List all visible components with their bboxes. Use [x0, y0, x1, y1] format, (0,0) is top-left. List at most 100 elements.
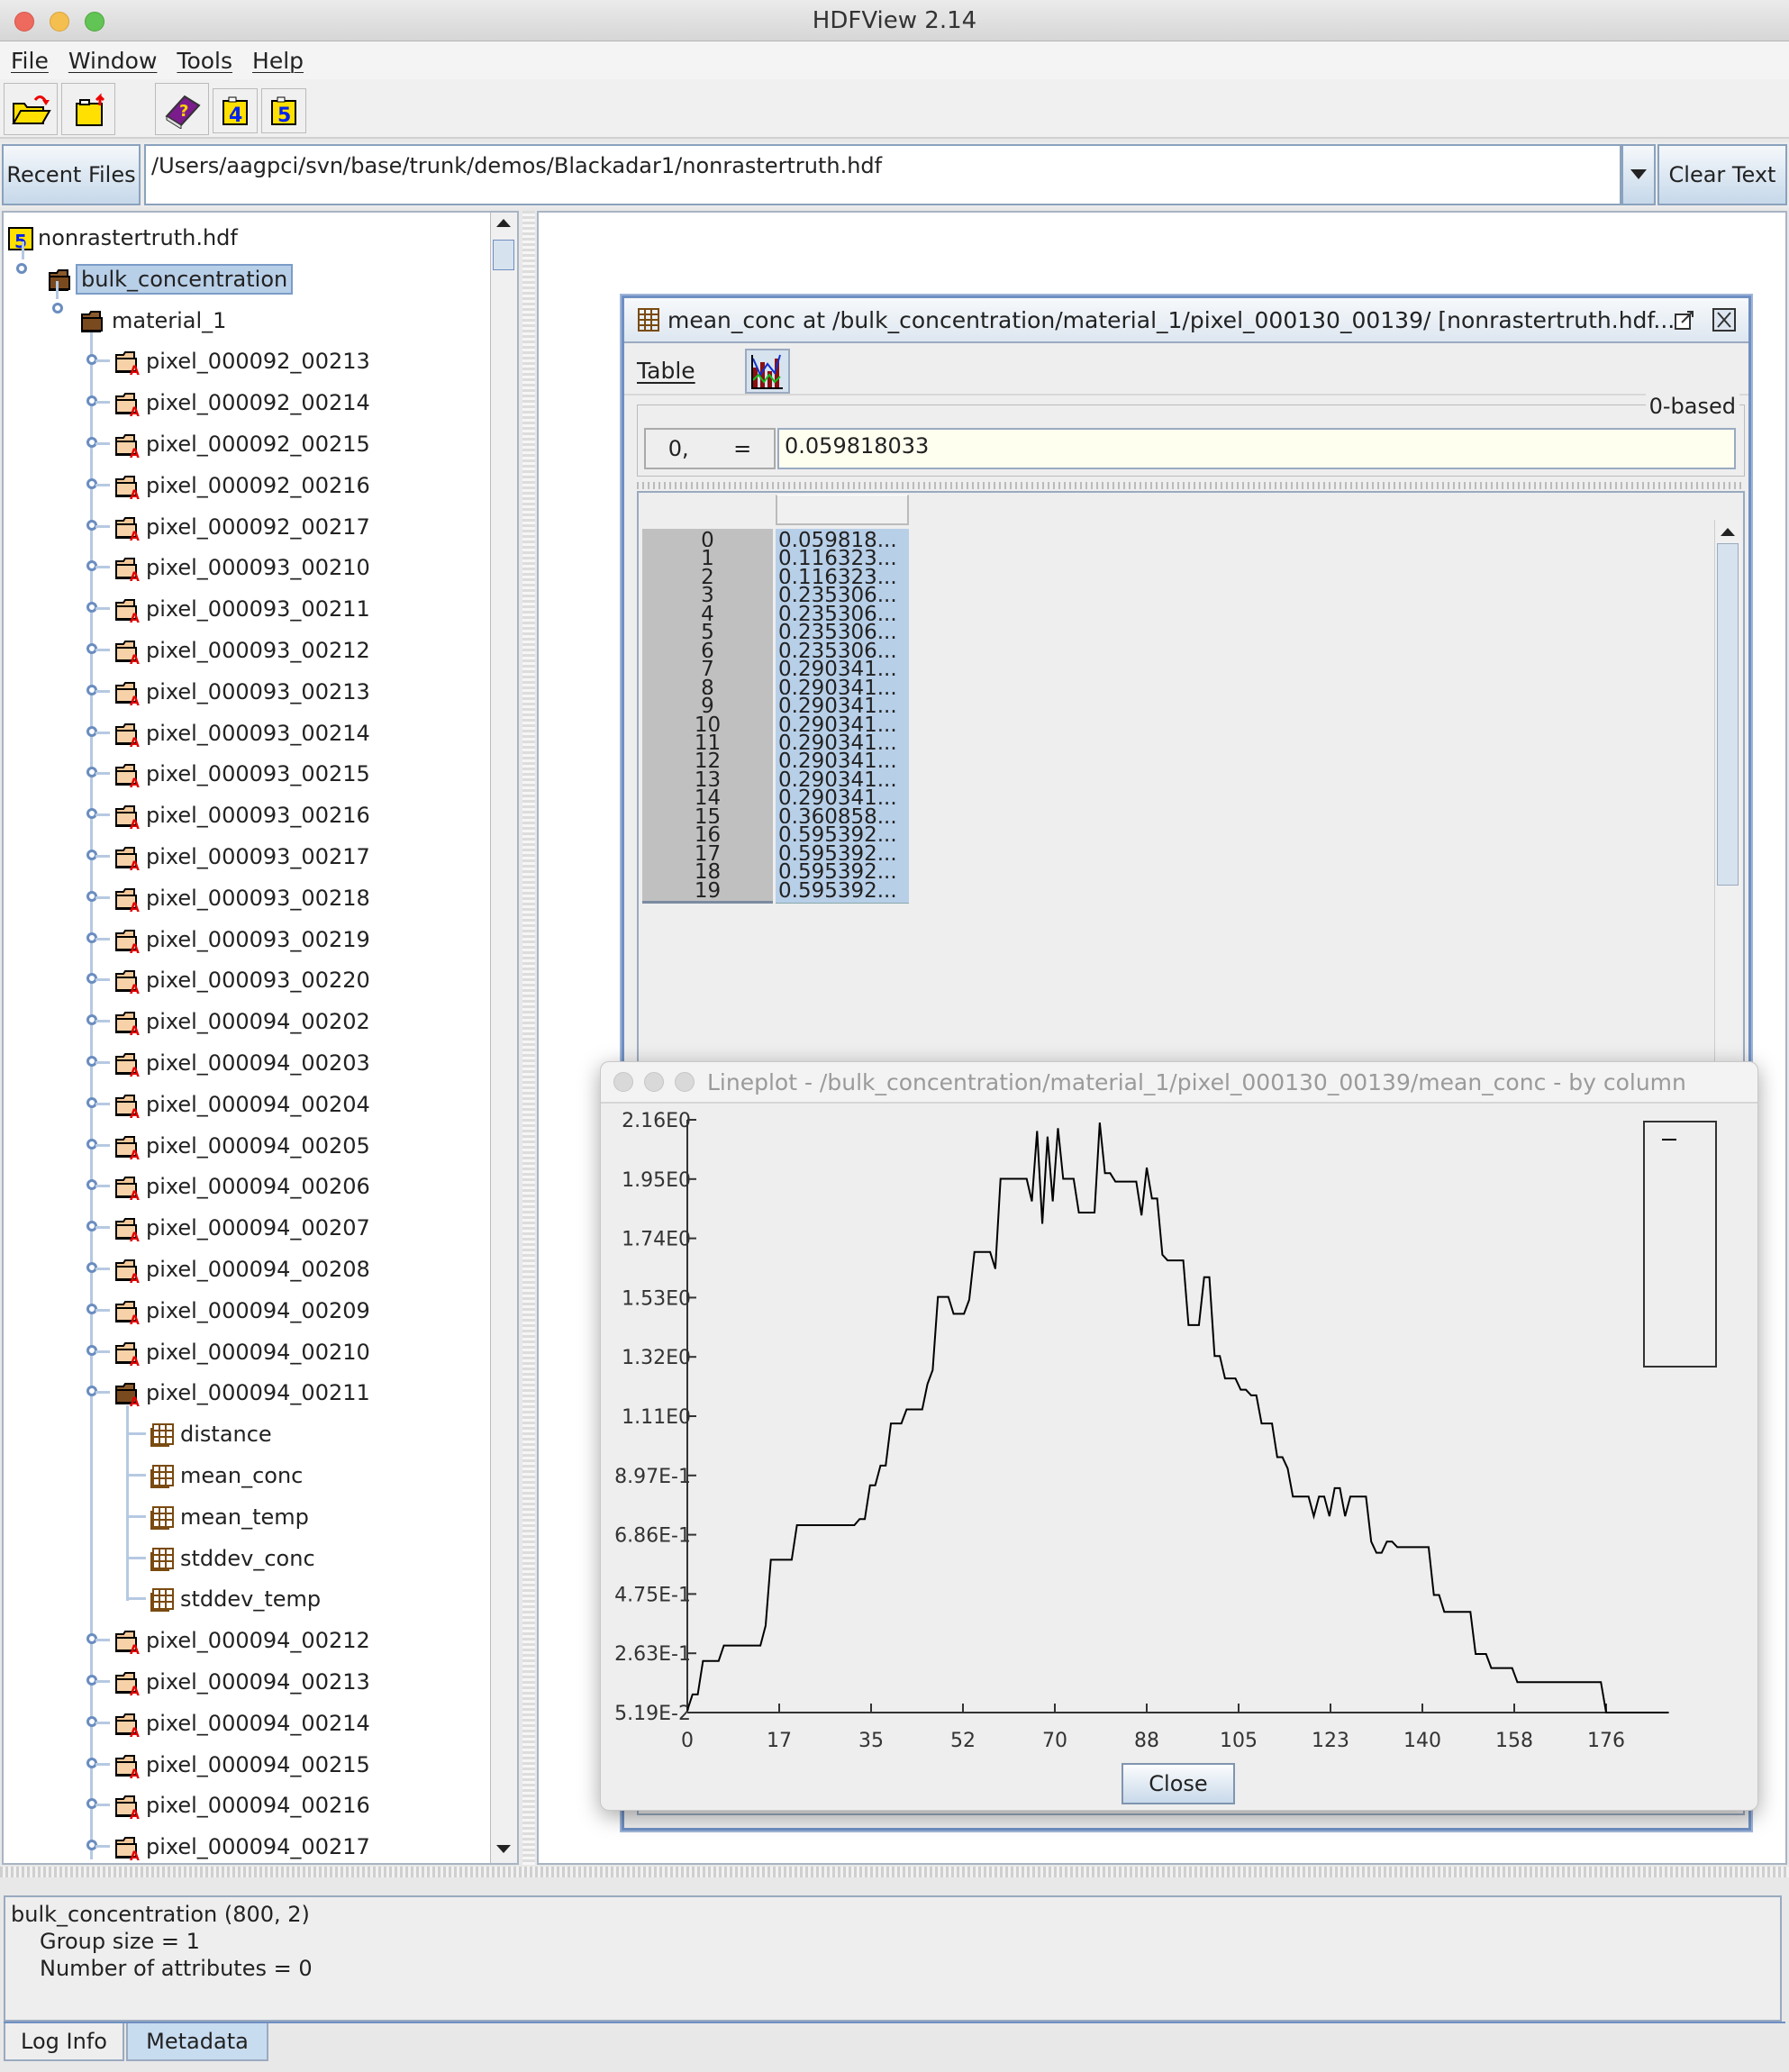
tree-item-dataset[interactable]: mean_temp: [150, 1497, 313, 1537]
table-cell[interactable]: 0.595392...: [776, 878, 909, 904]
folder-attr-icon: A: [115, 1177, 140, 1200]
tree-item-pixel[interactable]: A pixel_000094_00213: [114, 1662, 374, 1702]
tree-item-pixel[interactable]: A pixel_000092_00214: [114, 383, 374, 423]
svg-text:A: A: [130, 612, 140, 623]
tree-connector: [95, 483, 110, 486]
tree-item-label: pixel_000093_00217: [146, 844, 370, 869]
expand-toggle[interactable]: [52, 303, 63, 314]
show-lineplot-button[interactable]: [745, 349, 790, 394]
close-window-button[interactable]: [14, 12, 34, 32]
menu-table[interactable]: Table: [637, 358, 695, 384]
tree-connector: [56, 281, 59, 299]
expand-toggle[interactable]: [16, 263, 27, 274]
tree-item-dataset[interactable]: mean_conc: [150, 1456, 306, 1495]
row-header[interactable]: 19: [642, 878, 773, 904]
horizontal-splitter[interactable]: [0, 1867, 1789, 1877]
recent-files-button[interactable]: Recent Files: [2, 144, 141, 205]
close-plot-button[interactable]: Close: [1122, 1763, 1235, 1804]
tree-item-pixel[interactable]: A pixel_000094_00207: [114, 1208, 374, 1248]
menu-help[interactable]: Help: [252, 48, 304, 74]
tree-item-pixel[interactable]: A pixel_000094_00208: [114, 1250, 374, 1289]
open-file-button[interactable]: [4, 83, 58, 135]
tree-item-pixel[interactable]: A pixel_000094_00212: [114, 1621, 374, 1660]
detach-window-icon[interactable]: [1673, 308, 1696, 332]
tree-item-pixel[interactable]: A pixel_000093_00210: [114, 548, 374, 587]
close-file-button[interactable]: [61, 83, 115, 135]
tree-item-pixel[interactable]: A pixel_000094_00204: [114, 1085, 374, 1124]
tree-item-label: pixel_000093_00214: [146, 720, 370, 746]
tree-item-pixel[interactable]: A pixel_000094_00211: [114, 1373, 374, 1413]
window-title-bar: HDFView 2.14: [0, 0, 1789, 41]
tree-item-pixel[interactable]: A pixel_000092_00217: [114, 507, 374, 547]
scroll-up-icon[interactable]: [1715, 523, 1740, 541]
tree-connector: [126, 1514, 146, 1518]
scroll-up-icon[interactable]: [491, 213, 516, 234]
tree-item-pixel[interactable]: A pixel_000094_00206: [114, 1167, 374, 1206]
minimize-window-button[interactable]: [644, 1072, 664, 1092]
tree-item-pixel[interactable]: A pixel_000094_00215: [114, 1745, 374, 1785]
clear-text-button[interactable]: Clear Text: [1657, 144, 1787, 205]
file-path-input[interactable]: /Users/aagpci/svn/base/trunk/demos/Black…: [144, 144, 1621, 205]
folder-attr-icon: A: [115, 351, 140, 375]
tab-log-info[interactable]: Log Info: [4, 2023, 124, 2061]
close-icon[interactable]: [1712, 308, 1736, 332]
scroll-thumb[interactable]: [1717, 543, 1739, 886]
menu-tools[interactable]: Tools: [177, 48, 232, 74]
tree-connector: [126, 1474, 146, 1477]
menu-window[interactable]: Window: [68, 48, 158, 74]
tree-item-pixel[interactable]: A pixel_000094_00216: [114, 1786, 374, 1825]
tree-item-pixel[interactable]: A pixel_000092_00216: [114, 466, 374, 505]
vertical-splitter[interactable]: [522, 211, 535, 1865]
tree-item-pixel[interactable]: A pixel_000094_00217: [114, 1827, 374, 1863]
tab-metadata[interactable]: Metadata: [126, 2023, 268, 2061]
hdf5-library-icon: 5: [271, 96, 296, 126]
tree-item-pixel[interactable]: A pixel_000094_00209: [114, 1291, 374, 1331]
tree-item-dataset[interactable]: stddev_conc: [150, 1539, 319, 1578]
menu-file[interactable]: File: [11, 48, 49, 74]
tree-item-pixel[interactable]: A pixel_000093_00215: [114, 754, 374, 794]
hdf4-library-button[interactable]: 4: [213, 88, 258, 133]
minimize-window-button[interactable]: [50, 12, 69, 32]
scroll-down-icon[interactable]: [491, 1838, 516, 1859]
tree-item-pixel[interactable]: A pixel_000093_00216: [114, 795, 374, 835]
tree-item-label: pixel_000092_00215: [146, 432, 370, 457]
tree-item-pixel[interactable]: A pixel_000094_00210: [114, 1332, 374, 1372]
tree-item-pixel[interactable]: A pixel_000093_00214: [114, 713, 374, 753]
tree-connector: [95, 1350, 110, 1353]
tree-connector: [95, 359, 110, 363]
scroll-thumb[interactable]: [493, 240, 514, 270]
tree-item-pixel[interactable]: A pixel_000094_00202: [114, 1002, 374, 1041]
table-splitter[interactable]: [637, 482, 1745, 489]
close-window-button[interactable]: [613, 1072, 633, 1092]
folder-attr-icon: A: [115, 1300, 140, 1324]
tree-item-pixel[interactable]: A pixel_000094_00214: [114, 1704, 374, 1743]
tree-item-dataset[interactable]: stddev_temp: [150, 1579, 324, 1619]
tree-item-file[interactable]: 5 nonrastertruth.hdf: [7, 218, 241, 258]
tree-item-dataset[interactable]: distance: [150, 1414, 276, 1454]
tree-item-pixel[interactable]: A pixel_000094_00205: [114, 1126, 374, 1166]
tree-item-pixel[interactable]: A pixel_000093_00218: [114, 878, 374, 918]
x-tick-label: 123: [1312, 1730, 1349, 1752]
tree-item-pixel[interactable]: A pixel_000092_00213: [114, 341, 374, 381]
help-button[interactable]: ?: [155, 83, 209, 135]
tree-item-pixel[interactable]: A pixel_000093_00220: [114, 960, 374, 1000]
tree-item-pixel[interactable]: A pixel_000093_00211: [114, 589, 374, 629]
folder-attr-icon: A: [115, 1053, 140, 1077]
folder-attr-icon: A: [115, 1672, 140, 1695]
tree-item-pixel[interactable]: A pixel_000093_00219: [114, 920, 374, 959]
column-header[interactable]: [776, 495, 909, 525]
tree-item-pixel[interactable]: A pixel_000094_00203: [114, 1043, 374, 1083]
tree-item-pixel[interactable]: A pixel_000093_00217: [114, 837, 374, 877]
hdf5-library-button[interactable]: 5: [261, 88, 306, 133]
file-path-dropdown[interactable]: [1621, 144, 1656, 205]
tree-item-group[interactable]: bulk_concentration: [47, 259, 294, 299]
tree-item-pixel[interactable]: A pixel_000093_00212: [114, 631, 374, 670]
tree-item-pixel[interactable]: A pixel_000093_00213: [114, 672, 374, 712]
cell-value-field[interactable]: 0.059818033: [777, 428, 1736, 469]
tree-item-pixel[interactable]: A pixel_000092_00215: [114, 424, 374, 464]
tree-connector: [95, 1020, 110, 1023]
zoom-window-button[interactable]: [675, 1072, 695, 1092]
zoom-window-button[interactable]: [85, 12, 104, 32]
tree-scrollbar[interactable]: [490, 213, 517, 1863]
tree-item-group[interactable]: material_1: [79, 301, 230, 341]
